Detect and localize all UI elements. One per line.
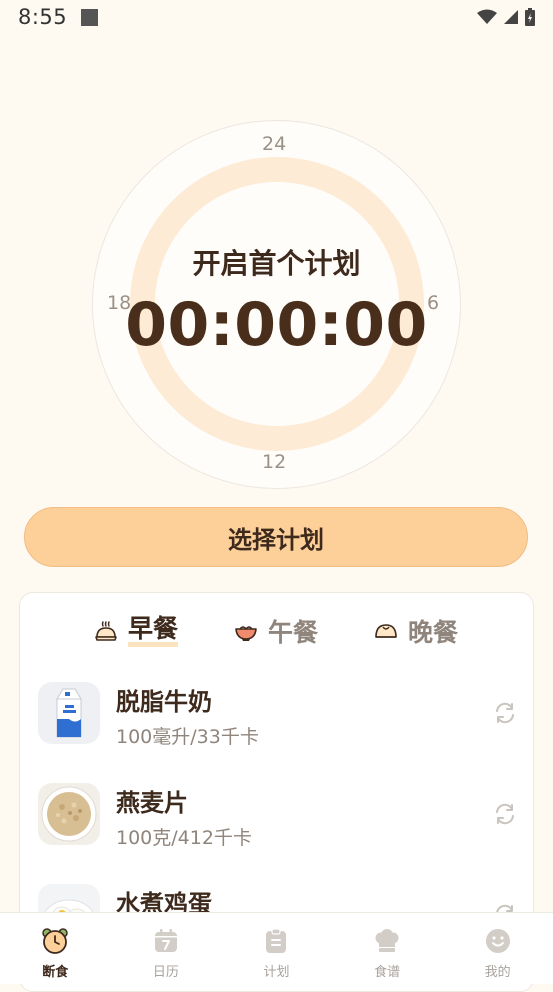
food-item[interactable]: 脱脂牛奶 100毫升/33千卡: [20, 682, 533, 772]
fasting-timer: 00:00:00: [125, 290, 428, 360]
wifi-icon: [477, 9, 497, 24]
calendar-icon: [154, 929, 177, 952]
nav-recipes[interactable]: 食谱: [332, 913, 443, 984]
battery-icon: [525, 8, 535, 26]
nav-fasting[interactable]: 断食: [0, 913, 111, 984]
nav-recipes-label: 食谱: [374, 965, 401, 980]
food-name: 燕麦片: [116, 789, 188, 817]
clipboard-icon: [266, 928, 287, 953]
food-amount: 100克/412千卡: [116, 827, 252, 849]
tab-breakfast[interactable]: 早餐: [94, 611, 179, 651]
noodle-bowl-icon: [235, 626, 257, 641]
smiley-icon: [485, 929, 510, 953]
food-name: 脱脂牛奶: [116, 688, 212, 716]
select-plan-button[interactable]: 选择计划: [24, 507, 528, 567]
food-thumb: [38, 682, 100, 744]
milk-carton-icon: [56, 688, 82, 738]
oatmeal-bowl-icon: [41, 786, 97, 842]
chef-hat-icon: [375, 929, 399, 952]
status-time: 8:55: [18, 5, 68, 29]
tab-dinner-label: 晚餐: [408, 618, 459, 647]
status-icons: [477, 8, 535, 26]
nav-profile[interactable]: 我的: [442, 913, 553, 984]
nav-fasting-label: 断食: [42, 965, 69, 980]
steamed-bun-icon: [95, 621, 117, 641]
tab-lunch[interactable]: 午餐: [234, 611, 318, 651]
status-bar: 8:55: [0, 0, 553, 34]
food-amount: 100毫升/33千卡: [116, 726, 259, 748]
nav-profile-label: 我的: [484, 965, 511, 980]
signal-icon: [504, 10, 518, 24]
dial-title: 开启首个计划: [192, 247, 361, 280]
meal-tabs: 早餐 午餐 晚餐: [20, 611, 533, 655]
swap-icon[interactable]: [493, 802, 517, 826]
tab-breakfast-label: 早餐: [128, 615, 179, 647]
tab-dinner[interactable]: 晚餐: [374, 611, 458, 651]
tab-lunch-label: 午餐: [268, 618, 319, 647]
dumpling-icon: [375, 624, 397, 638]
nav-calendar-label: 日历: [152, 965, 179, 980]
nav-calendar[interactable]: 日历: [111, 913, 222, 984]
swap-icon[interactable]: [493, 701, 517, 725]
fasting-dial: 24 6 12 18 开启首个计划 00:00:00: [0, 118, 553, 489]
dial-tick-24: 24: [262, 133, 287, 155]
alarm-clock-icon: [42, 928, 69, 954]
dial-tick-12: 12: [262, 451, 287, 473]
bottom-nav: 断食 日历 计划 食谱 我的: [0, 912, 553, 984]
food-thumb: [38, 783, 100, 845]
nav-plan-label: 计划: [263, 965, 290, 980]
nav-plan[interactable]: 计划: [221, 913, 332, 984]
notification-icon: [81, 8, 99, 26]
food-item[interactable]: 燕麦片 100克/412千卡: [20, 783, 533, 873]
